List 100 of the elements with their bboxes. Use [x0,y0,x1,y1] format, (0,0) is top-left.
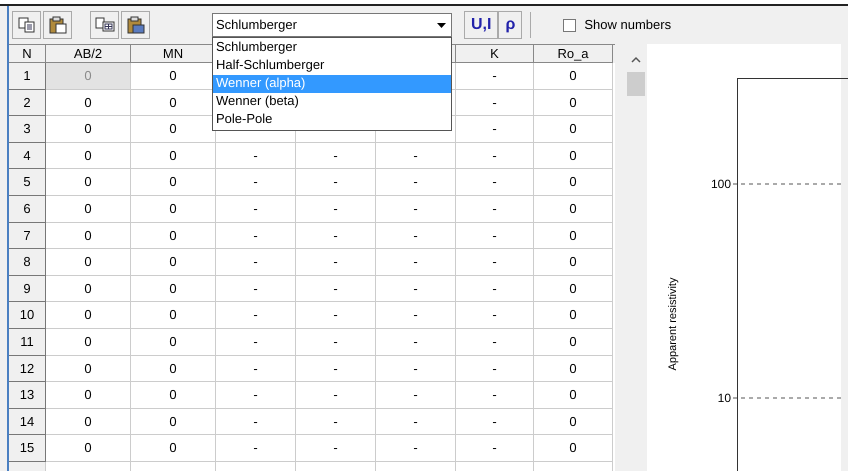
table-cell: - [376,435,456,462]
scrollbar-thumb[interactable] [627,72,645,96]
checkbox-label[interactable]: Show numbers [584,15,672,35]
dropdown-option[interactable]: Wenner (beta) [213,93,451,111]
table-cell: 0 [534,196,613,223]
table-cell: - [376,222,456,250]
table-cell: - [456,435,534,462]
table-cell: - [216,249,296,276]
table-cell: 0 [46,169,131,196]
table-cell: - [376,328,456,356]
table-cell: - [376,196,456,223]
toolbar-button[interactable] [43,11,72,39]
table-cell: 0 [131,90,216,116]
row-number: 10 [9,302,46,329]
table-cell: 0 [46,328,131,356]
dropdown-option[interactable]: Half-Schlumberger [213,57,451,75]
method-dropdown[interactable]: Schlumberger [212,13,452,37]
toolbar-button[interactable] [12,11,41,39]
checkbox[interactable] [563,18,576,32]
table-cell: 0 [46,356,131,382]
table-cell: 0 [534,222,613,250]
table-cell: 0 [131,116,216,143]
row-number: 3 [9,116,46,143]
dropdown-option[interactable]: Schlumberger [213,39,451,57]
table-cell: - [216,382,296,409]
row-number: 2 [9,90,46,116]
table-cell: - [216,222,296,250]
axis-tick-label: 100 [710,176,732,193]
table-cell: - [216,435,296,462]
table-cell: - [456,408,534,436]
axis-tick-label: 10 [716,390,732,407]
table-cell: - [296,249,376,276]
table-cell: 0 [131,249,216,276]
table-cell: 0 [46,90,131,116]
table-cell: 0 [46,302,131,329]
table-cell: - [376,249,456,276]
table-cell: 0 [46,435,131,462]
table-cell: - [456,249,534,276]
scroll-up-icon[interactable] [631,56,641,64]
table-cell: 0 [46,63,131,90]
table-cell: 0 [131,276,216,302]
column-header[interactable]: K [456,45,534,63]
row-number: 1 [9,63,46,90]
table-cell: 0 [46,408,131,436]
table-cell: 0 [534,382,613,409]
column-header[interactable]: MN [131,45,216,63]
table-cell: 0 [131,63,216,90]
table-cell: 0 [131,169,216,196]
table-cell: 0 [534,63,613,90]
table-cell: - [456,116,534,143]
row-number: 12 [9,356,46,382]
table-cell: 0 [131,356,216,382]
table-cell: - [376,408,456,436]
table-cell: - [296,142,376,170]
table-cell: 0 [534,169,613,196]
mode-button[interactable]: ρ [498,11,522,39]
row-number: 8 [9,249,46,276]
table-cell: 0 [46,249,131,276]
row-number: 4 [9,142,46,170]
table-cell: - [376,276,456,302]
table-cell: - [216,328,296,356]
table-cell: - [456,356,534,382]
row-number: 14 [9,408,46,436]
table-cell: 0 [46,222,131,250]
table-cell: - [456,63,534,90]
row-number: 13 [9,382,46,409]
dropdown-option[interactable]: Pole-Pole [213,111,451,129]
table-cell: - [376,382,456,409]
table-cell: 0 [534,90,613,116]
table-cell: - [216,356,296,382]
mode-button[interactable]: U,I [464,11,498,39]
table-cell: 0 [534,276,613,302]
clipboard-icon [126,16,144,34]
row-number: 7 [9,222,46,250]
row-number: 9 [9,276,46,302]
table-cell: 0 [534,408,613,436]
table-cell: - [216,196,296,223]
table-cell: 0 [131,435,216,462]
table-cell: - [296,356,376,382]
toolbar-button[interactable] [90,11,119,39]
table-cell: 0 [131,142,216,170]
table-cell: 0 [131,302,216,329]
clipboard-icon [48,16,66,34]
table-cell: - [216,408,296,436]
row-number: 5 [9,169,46,196]
table-cell: - [456,382,534,409]
toolbar-button[interactable] [121,11,150,39]
table-cell: 0 [131,382,216,409]
table-cell: 0 [534,116,613,143]
table-cell: - [216,169,296,196]
table-cell: - [376,356,456,382]
table-cell: - [456,276,534,302]
column-header[interactable]: Ro_a [534,45,613,63]
table-cell: - [456,328,534,356]
table-cell: - [376,169,456,196]
table-cell: - [376,302,456,329]
table-cell: 0 [534,249,613,276]
table-cell: - [216,142,296,170]
table-cell: - [296,169,376,196]
table-cell: 0 [131,408,216,436]
